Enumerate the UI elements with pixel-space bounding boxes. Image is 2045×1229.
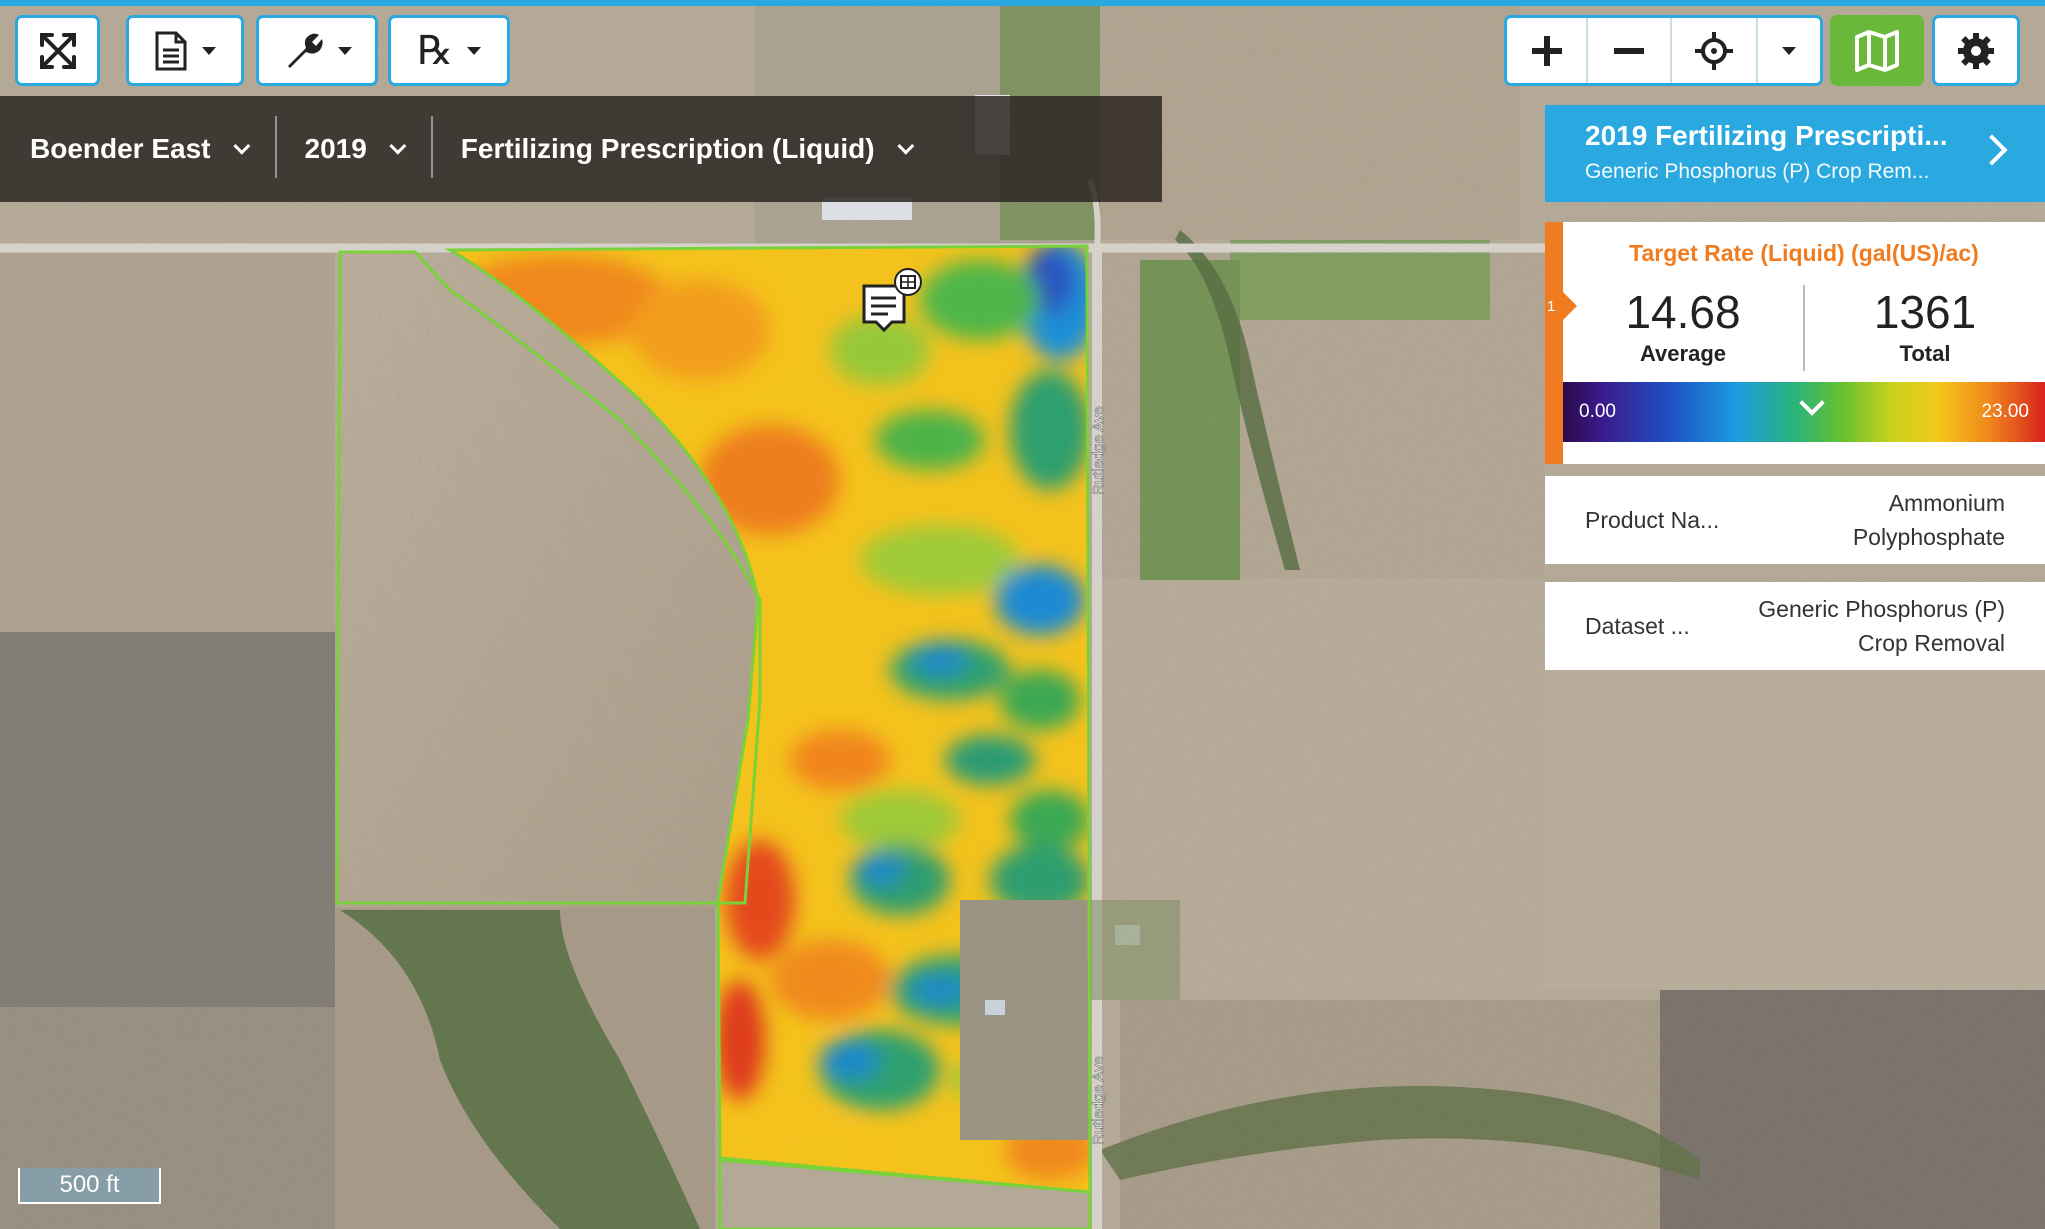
caret-down-icon [202,46,216,55]
rx-icon: ℞ [417,28,453,73]
year-selector-label: 2019 [304,133,367,164]
gear-icon [1958,32,1994,69]
locate-menu-button[interactable] [1758,18,1820,83]
caret-down-icon [1782,46,1796,55]
total-stat: 1361 Total [1803,285,2045,371]
product-name-value-line1: Ammonium [1888,490,2005,516]
top-accent-bar [0,0,2045,6]
dataset-label: Dataset ... [1585,612,1690,639]
field-selector-label: Boender East [30,133,211,164]
color-ramp-legend[interactable]: 0.00 23.00 [1563,382,2045,442]
ramp-average-marker [1799,390,1825,416]
selector-bar: Boender East 2019 Fertilizing Prescripti… [0,96,1162,202]
minus-icon [1614,47,1644,54]
scale-bar: 500 ft [18,1168,161,1204]
fullscreen-icon [39,32,76,69]
stats-card: 1 Target Rate (Liquid) (gal(US)/ac) 14.6… [1545,222,2045,464]
chevron-down-icon [896,137,914,155]
caret-down-icon [338,46,352,55]
stats-tab-pointer [1563,292,1577,320]
homestead-parcel [960,900,1090,1140]
average-value: 14.68 [1625,286,1741,338]
product-name-row: Product Na... Ammonium Polyphosphate [1545,476,2045,564]
stats-title: Target Rate (Liquid) (gal(US)/ac) [1629,240,1979,266]
fullscreen-button[interactable] [15,15,100,86]
plus-icon [1531,35,1562,66]
product-name-label: Product Na... [1585,506,1720,533]
locate-button[interactable] [1672,18,1758,83]
average-stat: 14.68 Average [1563,285,1803,371]
chevron-down-icon [389,137,407,155]
document-icon [155,31,187,70]
settings-button[interactable] [1932,15,2020,86]
total-value: 1361 [1873,286,1977,338]
dataset-value-line1: Generic Phosphorus (P) [1758,596,2005,622]
road-label-upper: Rutledge Ave [1090,406,1107,495]
chevron-down-icon [232,137,250,155]
layer-selector-label: Fertilizing Prescription (Liquid) [460,133,875,164]
ramp-max-label: 23.00 [1981,401,2029,422]
product-name-value-line2: Polyphosphate [1852,524,2005,550]
map-icon [1855,29,1899,72]
year-selector[interactable]: 2019 [274,96,431,202]
road-label-lower: Rutledge Ave [1090,1056,1107,1145]
reports-dropdown-button[interactable] [126,15,244,86]
layer-details-panel: 2019 Fertilizing Prescripti... Generic P… [1545,105,2045,670]
caret-down-icon [466,46,481,55]
layer-selector[interactable]: Fertilizing Prescription (Liquid) [430,96,939,202]
ramp-min-label: 0.00 [1579,401,1616,422]
zoom-out-button[interactable] [1588,18,1672,83]
panel-subtitle: Generic Phosphorus (P) Crop Rem... [1585,160,1930,183]
wrench-icon [288,33,323,68]
stats-tab-index: 1 [1547,298,1556,315]
average-label: Average [1639,341,1726,366]
crosshair-icon [1695,31,1733,70]
total-label: Total [1899,341,1951,366]
dataset-value-line2: Crop Removal [1858,630,2005,656]
field-selector[interactable]: Boender East [0,96,275,202]
panel-title: 2019 Fertilizing Prescripti... [1585,120,1948,151]
panel-header[interactable]: 2019 Fertilizing Prescripti... Generic P… [1545,105,2045,202]
layers-button[interactable] [1830,15,1924,86]
tools-dropdown-button[interactable] [256,15,378,86]
dataset-row: Dataset ... Generic Phosphorus (P) Crop … [1545,582,2045,670]
map-controls-group [1504,15,1823,86]
prescription-dropdown-button[interactable]: ℞ [388,15,510,86]
note-icon [862,268,922,332]
zoom-in-button[interactable] [1507,18,1588,83]
